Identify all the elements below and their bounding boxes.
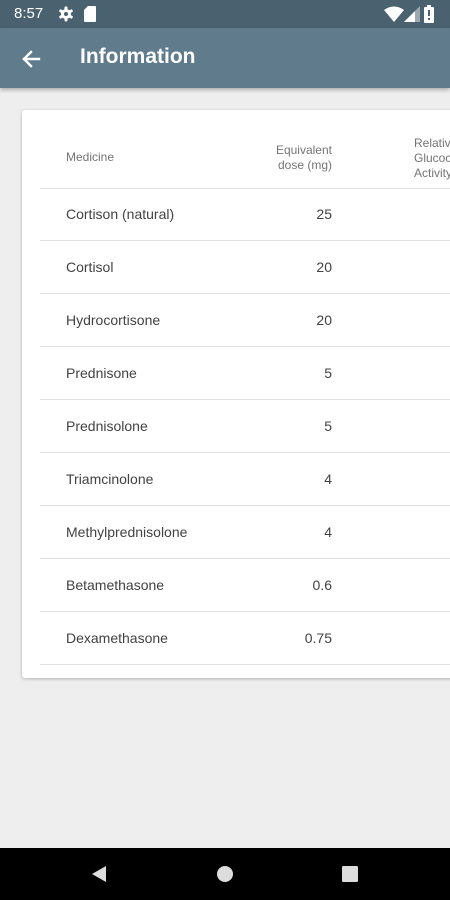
gear-icon: [59, 6, 73, 22]
equivalent-dose: 20: [316, 312, 332, 328]
table-row: Prednisone 5: [40, 347, 450, 400]
wifi-icon: [384, 6, 404, 22]
information-card: Medicine Equivalent dose (mg) Relative G…: [22, 110, 450, 678]
nav-recents-icon[interactable]: [340, 864, 360, 884]
medicine-name: Prednisolone: [66, 418, 148, 434]
table-header-row: Medicine Equivalent dose (mg) Relative G…: [40, 110, 450, 189]
table-row: Methylprednisolone 4: [40, 506, 450, 559]
header-medicine: Medicine: [66, 150, 115, 164]
table-row: Prednisolone 5: [40, 400, 450, 453]
status-bar: 8:57: [0, 0, 450, 28]
header-dose-line2: dose (mg): [277, 158, 332, 172]
page-title: Information: [80, 45, 196, 68]
table-row: Hydrocortisone 20: [40, 294, 450, 347]
medicine-name: Dexamethasone: [66, 630, 168, 646]
table-row: Triamcinolone 4: [40, 453, 450, 506]
signal-icon: [404, 6, 420, 22]
status-time: 8:57: [14, 5, 44, 22]
arrow-left-icon: [22, 50, 41, 68]
medicine-name: Triamcinolone: [66, 471, 154, 487]
equivalent-dose: 0.75: [304, 630, 332, 646]
table-body: Cortison (natural) 25 Cortisol 20 Hydroc…: [40, 188, 450, 665]
medicine-name: Cortisol: [66, 259, 114, 275]
equivalent-dose: 20: [316, 259, 332, 275]
table-row: Cortisol 20: [40, 241, 450, 294]
back-button[interactable]: [14, 42, 48, 76]
header-equivalent-dose: Equivalent dose (mg): [220, 143, 332, 173]
header-relative-line2: Glucocorticoid: [414, 151, 450, 165]
battery-icon: [424, 5, 434, 23]
app-bar: Information: [0, 28, 450, 88]
table-row: Betamethasone 0.6: [40, 559, 450, 612]
equivalent-dose: 0.6: [312, 577, 332, 593]
sd-card-icon: [84, 6, 96, 22]
table-row: Cortison (natural) 25: [40, 188, 450, 241]
equivalent-dose: 5: [324, 418, 332, 434]
medicine-name: Methylprednisolone: [66, 524, 188, 540]
header-relative-line1: Relative: [414, 136, 450, 150]
nav-home-icon[interactable]: [215, 864, 235, 884]
equivalent-dose: 25: [316, 206, 332, 222]
medicine-name: Hydrocortisone: [66, 312, 161, 328]
equivalent-dose: 4: [324, 524, 332, 540]
equivalent-dose: 4: [324, 471, 332, 487]
system-navigation-bar: [0, 848, 450, 900]
equivalent-dose: 5: [324, 365, 332, 381]
header-dose-line1: Equivalent: [275, 143, 332, 157]
nav-back-icon[interactable]: [89, 864, 109, 884]
medicine-name: Cortison (natural): [66, 206, 175, 222]
header-relative-activity: Relative Glucocorticoid Activity: [414, 136, 450, 181]
medicine-name: Prednisone: [66, 365, 137, 381]
header-relative-line3: Activity: [414, 166, 450, 180]
medicine-name: Betamethasone: [66, 577, 165, 593]
table-row: Dexamethasone 0.75: [40, 612, 450, 665]
